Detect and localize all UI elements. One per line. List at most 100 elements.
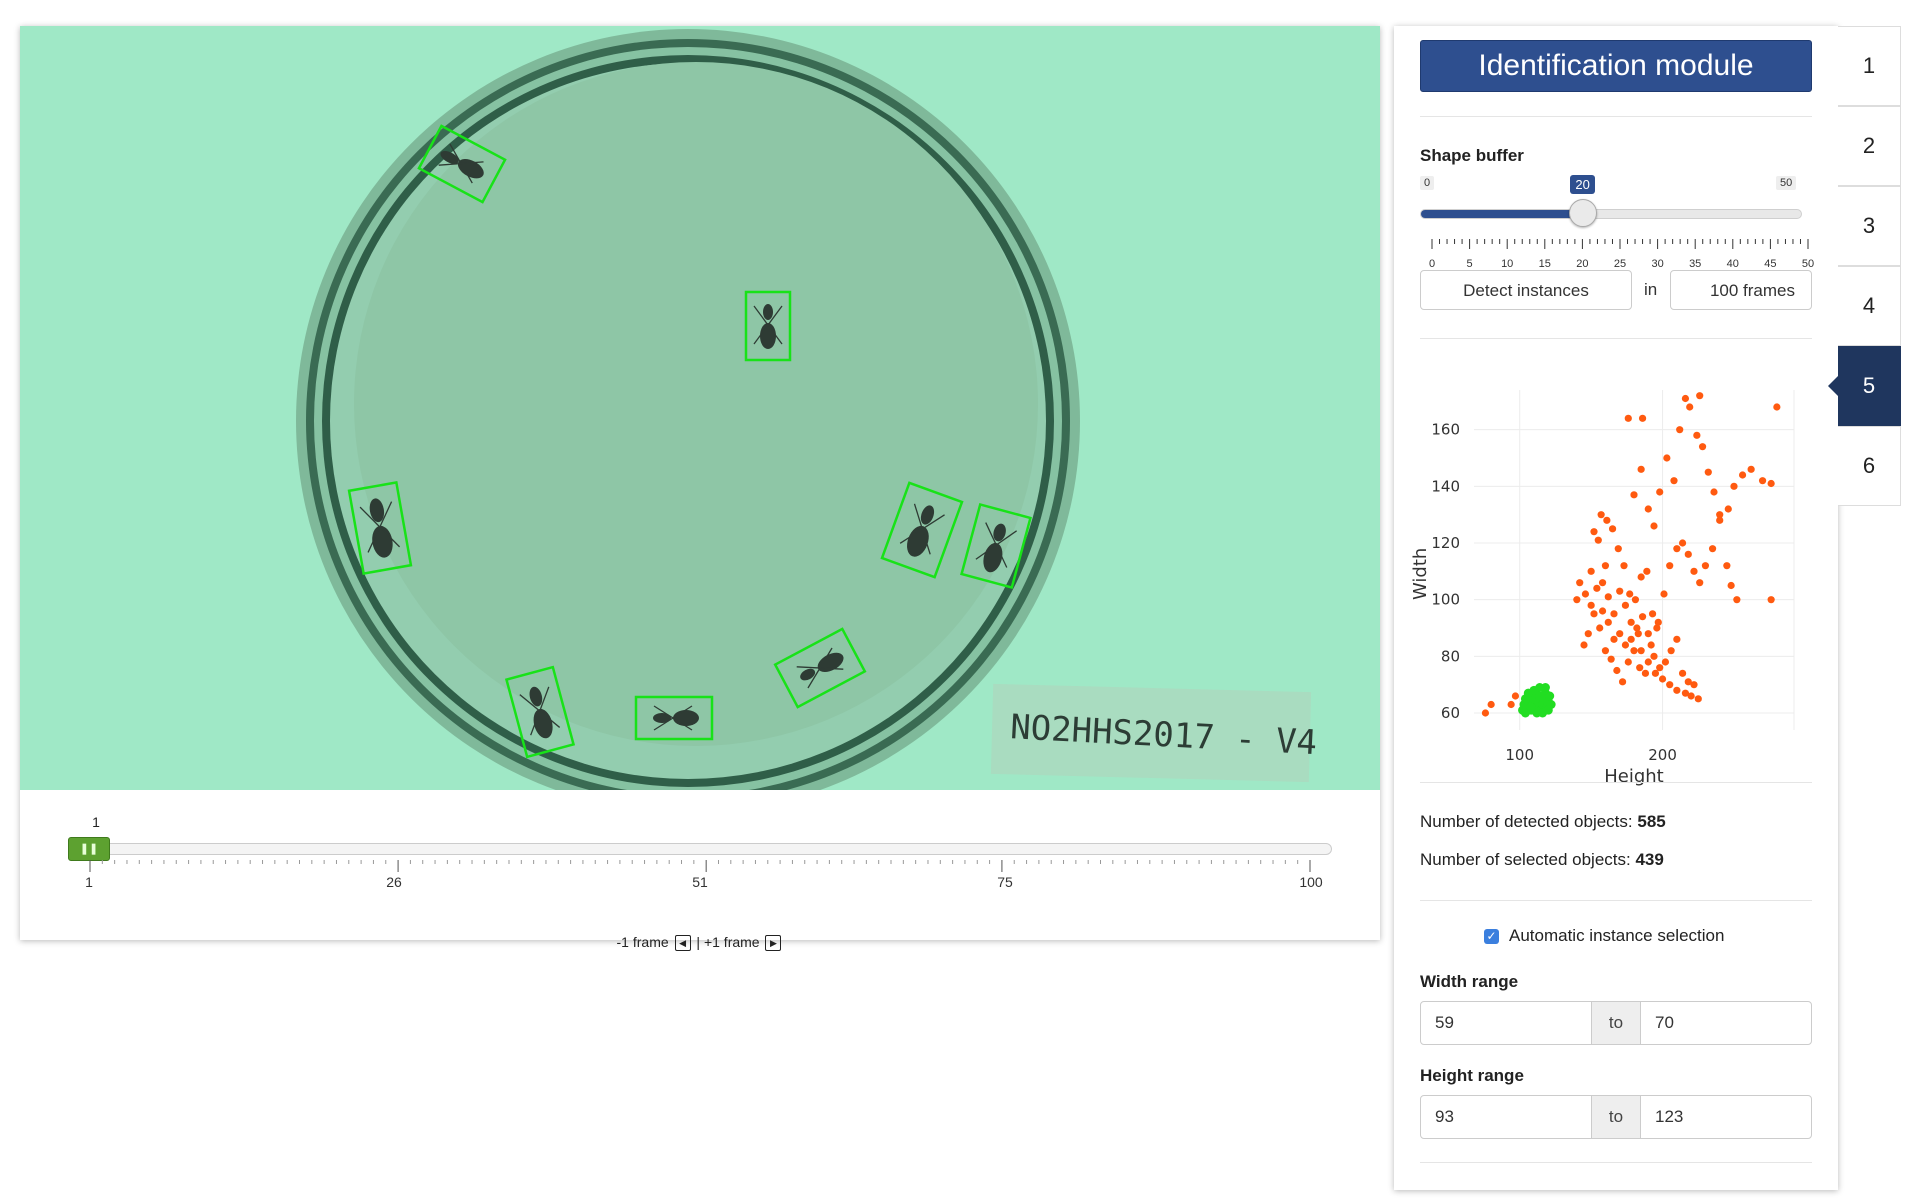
detected-point — [1618, 678, 1627, 686]
detected-point — [1644, 505, 1652, 513]
detected-point — [1598, 607, 1607, 615]
detected-point — [1644, 630, 1652, 638]
detected-point — [1663, 454, 1671, 462]
shape-buffer-ticks — [1431, 239, 1809, 249]
height-range-max-input[interactable]: 123 — [1640, 1095, 1812, 1139]
tab-1[interactable]: 1 — [1838, 26, 1901, 106]
auto-selection-checkbox[interactable]: ✓ — [1484, 928, 1499, 944]
detected-point — [1651, 669, 1660, 677]
module-tabs: 123456 — [1828, 26, 1902, 506]
frame-slider[interactable]: 1 ❚❚ 1 26 51 75 100 -1 frame ◀ | +1 fram… — [20, 790, 1380, 952]
detected-point — [1673, 545, 1681, 553]
detected-point — [1647, 641, 1655, 649]
divider — [1420, 1162, 1812, 1163]
detected-point — [1587, 567, 1595, 575]
frame-step-nav: -1 frame ◀ | +1 frame ▶ — [20, 934, 1380, 952]
detected-objects-label: Number of detected objects: — [1420, 812, 1633, 831]
detected-point — [1701, 562, 1710, 570]
tab-3[interactable]: 3 — [1838, 186, 1901, 266]
divider — [1420, 782, 1812, 783]
detected-point — [1727, 581, 1735, 590]
detected-point — [1636, 664, 1644, 672]
detected-point — [1596, 624, 1604, 632]
detected-point — [1627, 618, 1635, 626]
detected-point — [1607, 655, 1615, 663]
detected-point — [1631, 596, 1640, 604]
detected-point — [1660, 590, 1668, 598]
detected-point — [1576, 579, 1584, 587]
detected-point — [1581, 590, 1590, 598]
auto-selection-row[interactable]: ✓ Automatic instance selection — [1484, 926, 1724, 946]
detected-point — [1614, 545, 1622, 553]
detected-point — [1716, 511, 1724, 519]
selected-objects-label: Number of selected objects: — [1420, 850, 1631, 869]
tab-5[interactable]: 5 — [1828, 346, 1901, 426]
detected-point — [1730, 482, 1738, 490]
detected-point — [1601, 562, 1610, 570]
detected-point — [1630, 491, 1638, 499]
selected-point — [1540, 683, 1550, 692]
detected-point — [1620, 562, 1628, 570]
height-range-min-input[interactable]: 93 — [1420, 1095, 1592, 1139]
detected-point — [1704, 468, 1712, 476]
detected-point — [1686, 403, 1694, 411]
selected-point — [1545, 691, 1555, 701]
detected-point — [1681, 394, 1690, 403]
width-range-to-label: to — [1592, 1001, 1640, 1045]
detect-instances-button[interactable]: Detect instances — [1420, 270, 1632, 310]
detected-point — [1767, 479, 1775, 488]
width-range-max-input[interactable]: 70 — [1640, 1001, 1812, 1045]
tab-6[interactable]: 6 — [1838, 426, 1901, 506]
detected-point — [1637, 465, 1645, 473]
detected-point — [1601, 647, 1610, 655]
detected-point — [1598, 579, 1607, 587]
detected-point — [1590, 528, 1598, 536]
shape-buffer-tick-label: 20 — [1576, 258, 1589, 270]
y-tick-label: 100 — [1431, 591, 1460, 609]
width-range-min-input[interactable]: 59 — [1420, 1001, 1592, 1045]
detected-point — [1511, 692, 1520, 700]
detected-point — [1723, 562, 1731, 570]
detected-point — [1666, 562, 1674, 570]
detected-point — [1676, 426, 1684, 434]
y-axis-label: Width — [1410, 548, 1431, 600]
frames-count-input[interactable]: 100 frames — [1670, 270, 1812, 310]
tab-4[interactable]: 4 — [1838, 266, 1901, 346]
divider — [1420, 900, 1812, 901]
tab-2[interactable]: 2 — [1838, 106, 1901, 186]
petri-dish-inner — [354, 62, 1038, 746]
next-frame-button[interactable]: ▶ — [765, 935, 782, 952]
width-range: 59 to 70 — [1420, 1001, 1812, 1045]
shape-buffer-tick-label: 45 — [1764, 258, 1777, 270]
detected-point — [1673, 635, 1681, 643]
selected-objects-stat: Number of selected objects: 439 — [1420, 850, 1664, 870]
frame-slider-track[interactable] — [90, 843, 1332, 855]
pause-icon: ❚❚ — [79, 843, 99, 855]
next-frame-label: +1 frame — [703, 934, 760, 950]
detected-point — [1694, 695, 1702, 703]
video-frame[interactable]: NO2HHS2017 - V4 — [20, 26, 1380, 790]
shape-buffer-tick-label: 25 — [1613, 258, 1627, 270]
detected-point — [1616, 587, 1624, 595]
detected-point — [1624, 658, 1632, 666]
detected-point — [1648, 610, 1657, 618]
prev-frame-button[interactable]: ◀ — [674, 935, 691, 952]
detected-objects-value: 585 — [1637, 812, 1666, 831]
detected-point — [1637, 647, 1645, 655]
detected-point — [1621, 641, 1630, 649]
frame-tick-label: 100 — [1299, 874, 1323, 890]
detected-point — [1610, 610, 1618, 618]
shape-buffer-tick-label: 40 — [1726, 258, 1739, 270]
petri-dish-image: NO2HHS2017 - V4 — [20, 26, 1380, 790]
frame-tick-label: 51 — [692, 874, 708, 890]
detected-point — [1678, 539, 1687, 547]
width-height-scatter-plot[interactable]: 60 80 100 120 140 160 100 200 Height Width — [1404, 360, 1804, 790]
detected-point — [1678, 669, 1687, 677]
caret-left-icon: ◀ — [679, 937, 686, 948]
shape-buffer-tick-label: 35 — [1689, 258, 1702, 270]
detected-point — [1627, 635, 1635, 643]
detected-point — [1673, 686, 1681, 694]
detected-point — [1587, 601, 1595, 609]
detected-point — [1590, 610, 1598, 618]
y-tick-label: 160 — [1431, 421, 1460, 439]
